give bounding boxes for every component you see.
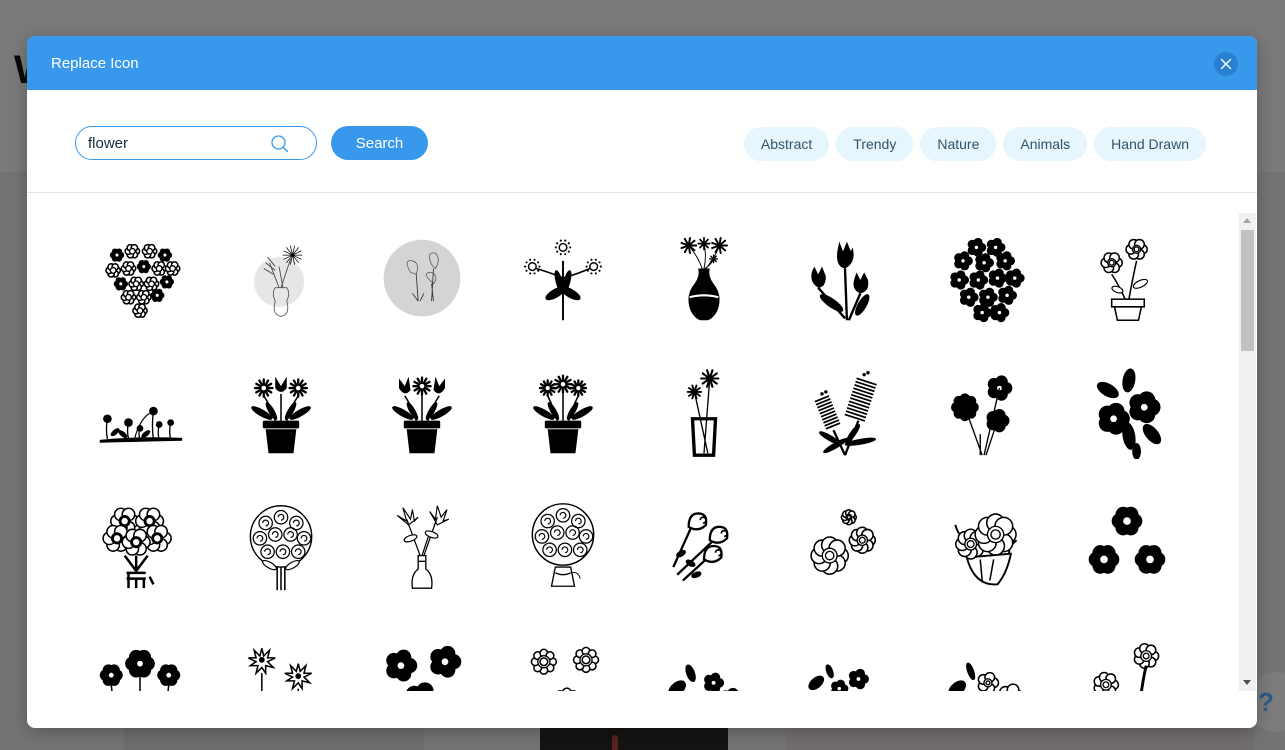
icon-result-item[interactable] bbox=[69, 213, 210, 346]
small-blossoms-icon bbox=[807, 663, 869, 691]
icon-result-item[interactable] bbox=[351, 479, 492, 612]
rose-bouquet-icon bbox=[249, 504, 312, 590]
category-tags: Abstract Trendy Nature Animals Hand Draw… bbox=[743, 127, 1206, 161]
icon-result-item[interactable] bbox=[774, 479, 915, 612]
vase-flowers-icon bbox=[680, 236, 728, 320]
search-input[interactable] bbox=[88, 134, 258, 152]
icon-result-item[interactable] bbox=[633, 479, 774, 612]
icon-result-item[interactable] bbox=[351, 346, 492, 479]
icon-result-item[interactable] bbox=[210, 612, 351, 691]
blossom-pair-icon bbox=[385, 645, 461, 691]
icon-grid-viewport bbox=[69, 213, 1209, 691]
glass-vase-flowers-icon bbox=[686, 368, 719, 457]
scroll-down-arrow-icon[interactable] bbox=[1243, 680, 1251, 685]
scroll-up-arrow-icon[interactable] bbox=[1243, 218, 1251, 223]
icon-result-item[interactable] bbox=[915, 479, 1056, 612]
flower-cluster-icon bbox=[949, 237, 1025, 322]
icon-results bbox=[27, 193, 1257, 728]
outline-leafy-blossoms-icon bbox=[947, 662, 1022, 691]
scrollbar-thumb[interactable] bbox=[1241, 230, 1254, 351]
search-field[interactable] bbox=[75, 126, 317, 160]
icon-result-item[interactable] bbox=[210, 346, 351, 479]
icon-result-item[interactable] bbox=[915, 213, 1056, 346]
icon-result-item[interactable] bbox=[1056, 479, 1197, 612]
dotted-flower-stem-icon bbox=[523, 239, 602, 320]
tag-nature[interactable]: Nature bbox=[920, 127, 997, 161]
daisy-stems-icon bbox=[1092, 642, 1159, 691]
close-icon bbox=[1220, 58, 1232, 70]
icon-result-item[interactable] bbox=[915, 612, 1056, 691]
icon-grid bbox=[69, 213, 1209, 691]
close-button[interactable] bbox=[1214, 52, 1238, 76]
three-flowers-icon bbox=[1088, 506, 1165, 574]
tag-animals[interactable]: Animals bbox=[1003, 127, 1088, 161]
icon-result-item[interactable] bbox=[774, 612, 915, 691]
tag-hand-drawn[interactable]: Hand Drawn bbox=[1094, 127, 1206, 161]
icon-result-item[interactable] bbox=[1056, 612, 1197, 691]
results-scrollbar[interactable] bbox=[1239, 213, 1256, 691]
dialog-title: Replace Icon bbox=[51, 55, 139, 72]
icon-result-item[interactable] bbox=[210, 479, 351, 612]
icon-result-item[interactable] bbox=[633, 213, 774, 346]
filled-flowers-icon bbox=[99, 649, 180, 691]
icon-result-item[interactable] bbox=[69, 612, 210, 691]
sketch-tulips-circle-icon bbox=[383, 239, 460, 316]
outline-blossoms-icon bbox=[809, 508, 876, 575]
potted-flower-outline-icon bbox=[1099, 238, 1148, 321]
flower-meadow-icon bbox=[99, 406, 182, 443]
icon-result-item[interactable] bbox=[492, 612, 633, 691]
tag-trendy[interactable]: Trendy bbox=[836, 127, 914, 161]
icon-result-item[interactable] bbox=[69, 479, 210, 612]
starburst-flowers-icon bbox=[247, 647, 312, 691]
tulip-bunch-icon bbox=[810, 241, 869, 321]
icon-result-item[interactable] bbox=[633, 346, 774, 479]
icon-result-item[interactable] bbox=[1056, 213, 1197, 346]
slim-vase-flowers-icon bbox=[396, 505, 449, 589]
search-icon[interactable] bbox=[270, 134, 290, 154]
search-toolbar: Search Abstract Trendy Nature Animals Ha… bbox=[27, 90, 1257, 193]
icon-result-item[interactable] bbox=[1056, 346, 1197, 479]
search-button[interactable]: Search bbox=[331, 126, 428, 160]
icon-result-item[interactable] bbox=[492, 213, 633, 346]
potted-tulips-icon bbox=[391, 375, 452, 453]
bottlebrush-flower-icon bbox=[814, 370, 877, 456]
potted-daisies-icon bbox=[532, 373, 593, 453]
bouquet-outline-icon bbox=[101, 506, 172, 588]
icon-result-item[interactable] bbox=[69, 346, 210, 479]
flower-heart-icon bbox=[104, 243, 181, 318]
icon-result-item[interactable] bbox=[210, 213, 351, 346]
sketch-vase-bouquet-icon bbox=[253, 244, 304, 317]
leafy-blossoms-icon bbox=[667, 663, 738, 691]
replace-icon-dialog: Replace Icon Search Abstract Trendy Natu… bbox=[27, 36, 1257, 728]
icon-result-item[interactable] bbox=[351, 213, 492, 346]
icon-result-item[interactable] bbox=[633, 612, 774, 691]
icon-result-item[interactable] bbox=[915, 346, 1056, 479]
tag-abstract[interactable]: Abstract bbox=[743, 127, 830, 161]
flowers-leaves-icon bbox=[1096, 367, 1161, 459]
help-icon: ? bbox=[1258, 686, 1274, 717]
rosebud-bunch-icon bbox=[671, 511, 728, 581]
icon-result-item[interactable] bbox=[774, 346, 915, 479]
icon-result-item[interactable] bbox=[492, 479, 633, 612]
potted-flowers-icon bbox=[250, 376, 311, 453]
icon-result-item[interactable] bbox=[351, 612, 492, 691]
flower-posy-icon bbox=[953, 512, 1017, 585]
daisy-pair-icon bbox=[530, 646, 599, 691]
icon-result-item[interactable] bbox=[492, 346, 633, 479]
dialog-header: Replace Icon bbox=[27, 36, 1257, 90]
icon-result-item[interactable] bbox=[774, 213, 915, 346]
wrapped-rose-bouquet-icon bbox=[531, 502, 594, 587]
flower-bunch-icon bbox=[950, 374, 1012, 455]
